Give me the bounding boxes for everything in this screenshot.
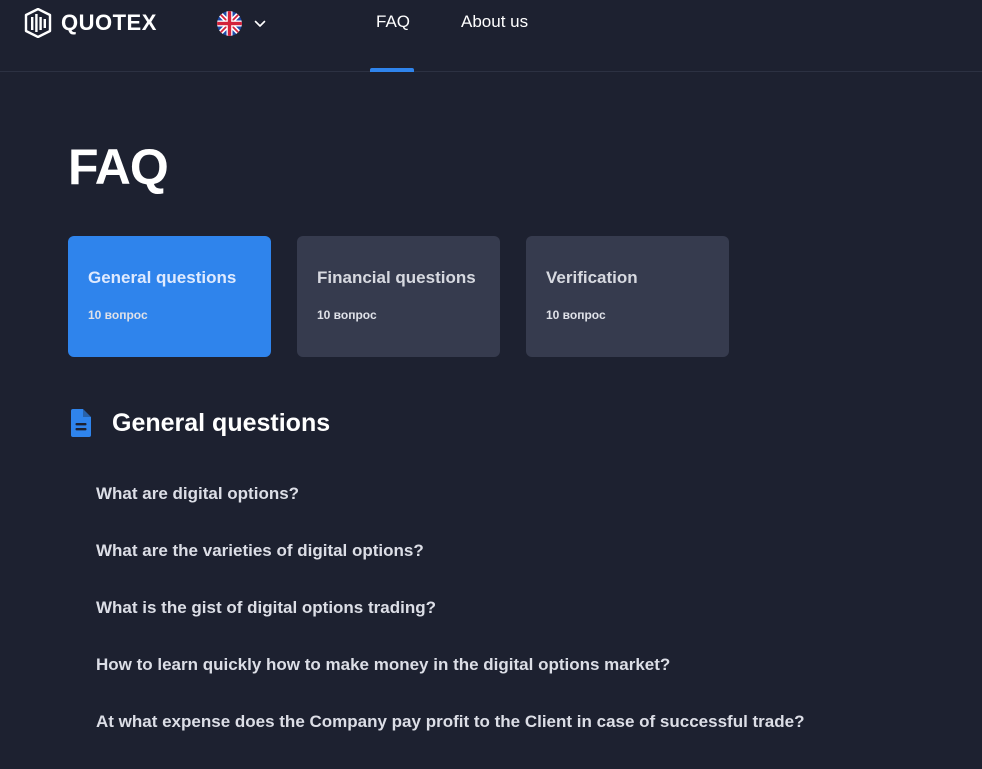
section-title: General questions (112, 408, 331, 437)
category-card-count: 10 вопрос (88, 308, 148, 322)
faq-question[interactable]: What is the gist of digital options trad… (96, 598, 804, 655)
top-header: QUOTEX FAQ About us (0, 0, 982, 72)
nav-link-faq[interactable]: FAQ (376, 12, 410, 32)
category-card-general[interactable]: General questions 10 вопрос (68, 236, 271, 357)
faq-question[interactable]: How to learn quickly how to make money i… (96, 655, 804, 712)
category-card-verification[interactable]: Verification 10 вопрос (526, 236, 729, 357)
faq-question-list: What are digital options? What are the v… (96, 484, 804, 769)
category-card-count: 10 вопрос (546, 308, 606, 322)
quotex-logo-icon (24, 8, 52, 38)
category-card-count: 10 вопрос (317, 308, 377, 322)
brand-logo[interactable]: QUOTEX (23, 8, 157, 38)
category-card-title: General questions (88, 268, 237, 287)
language-selector[interactable] (217, 11, 266, 36)
faq-question[interactable]: What are digital options? (96, 484, 804, 541)
uk-flag-icon (217, 11, 242, 36)
category-card-title: Verification (546, 268, 638, 287)
active-nav-indicator (370, 68, 414, 72)
page-title: FAQ (68, 139, 169, 195)
brand-name: QUOTEX (61, 10, 157, 35)
chevron-down-icon (254, 20, 266, 27)
faq-question[interactable]: What are the varieties of digital option… (96, 541, 804, 598)
nav-link-about-us[interactable]: About us (461, 12, 528, 32)
category-card-financial[interactable]: Financial questions 10 вопрос (297, 236, 500, 357)
category-card-title: Financial questions (317, 268, 476, 287)
section-header: General questions (68, 408, 330, 438)
category-cards: General questions 10 вопрос Financial qu… (68, 236, 729, 357)
document-icon (71, 409, 91, 437)
